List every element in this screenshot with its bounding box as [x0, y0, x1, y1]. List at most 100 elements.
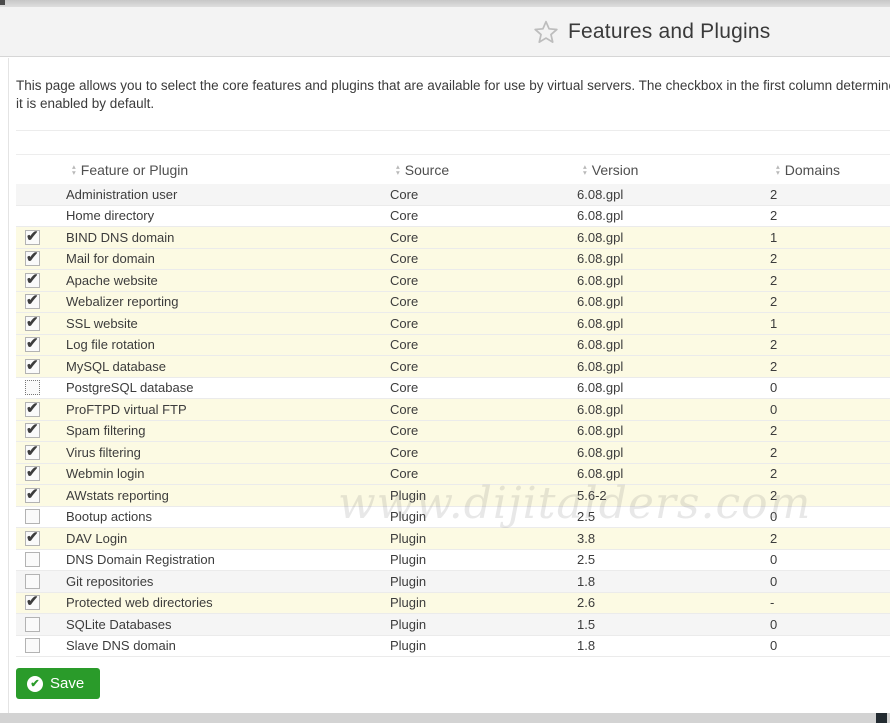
- domains-cell: 2: [770, 294, 890, 309]
- feature-checkbox[interactable]: ✔: [25, 230, 40, 245]
- version-cell: 6.08.gpl: [577, 380, 770, 395]
- feature-name: Protected web directories: [66, 595, 390, 610]
- domains-cell: 0: [770, 574, 890, 589]
- source-cell: Core: [390, 208, 577, 223]
- save-button[interactable]: ✔ Save: [16, 668, 100, 699]
- feature-name: Mail for domain: [66, 251, 390, 266]
- checkbox-cell: [16, 638, 66, 653]
- table-row: ✔SSL websiteCore6.08.gpl1: [16, 313, 890, 335]
- table-row: ✔Webalizer reportingCore6.08.gpl2: [16, 292, 890, 314]
- feature-checkbox[interactable]: ✔: [25, 445, 40, 460]
- source-cell: Plugin: [390, 574, 577, 589]
- checkbox-cell: [16, 552, 66, 567]
- checkbox-cell: ✔: [16, 402, 66, 417]
- table-row: ✔AWstats reportingPlugin5.6-22: [16, 485, 890, 507]
- feature-checkbox[interactable]: [25, 509, 40, 524]
- divider: [16, 130, 890, 131]
- version-cell: 2.6: [577, 595, 770, 610]
- feature-checkbox[interactable]: [25, 552, 40, 567]
- feature-checkbox[interactable]: [25, 574, 40, 589]
- checkbox-cell: ✔: [16, 294, 66, 309]
- feature-checkbox[interactable]: ✔: [25, 595, 40, 610]
- source-cell: Plugin: [390, 509, 577, 524]
- column-header-version[interactable]: ▴▾ Version: [577, 162, 770, 178]
- panel-left-border: [8, 58, 9, 713]
- domains-cell: 2: [770, 273, 890, 288]
- domains-cell: 0: [770, 638, 890, 653]
- feature-checkbox[interactable]: ✔: [25, 531, 40, 546]
- source-cell: Core: [390, 294, 577, 309]
- checkbox-cell: ✔: [16, 595, 66, 610]
- table-row: Administration userCore6.08.gpl2: [16, 184, 890, 206]
- table-row: ✔Mail for domainCore6.08.gpl2: [16, 249, 890, 271]
- source-cell: Core: [390, 423, 577, 438]
- domains-cell: 1: [770, 230, 890, 245]
- version-cell: 6.08.gpl: [577, 402, 770, 417]
- version-cell: 6.08.gpl: [577, 359, 770, 374]
- source-cell: Core: [390, 359, 577, 374]
- feature-checkbox[interactable]: ✔: [25, 316, 40, 331]
- version-cell: 6.08.gpl: [577, 445, 770, 460]
- checkbox-cell: ✔: [16, 251, 66, 266]
- table-row: ✔Log file rotationCore6.08.gpl2: [16, 335, 890, 357]
- version-cell: 6.08.gpl: [577, 316, 770, 331]
- feature-checkbox[interactable]: ✔: [25, 488, 40, 503]
- feature-name: Git repositories: [66, 574, 390, 589]
- feature-name: Home directory: [66, 208, 390, 223]
- checkbox-cell: [16, 617, 66, 632]
- table-row: Bootup actionsPlugin2.50: [16, 507, 890, 529]
- window-corner-mark: [0, 0, 5, 5]
- feature-checkbox[interactable]: ✔: [25, 251, 40, 266]
- feature-name: Log file rotation: [66, 337, 390, 352]
- feature-checkbox[interactable]: ✔: [25, 466, 40, 481]
- feature-name: ProFTPD virtual FTP: [66, 402, 390, 417]
- window-footer-bar: [0, 713, 890, 723]
- feature-checkbox[interactable]: ✔: [25, 337, 40, 352]
- feature-checkbox[interactable]: ✔: [25, 294, 40, 309]
- version-cell: 6.08.gpl: [577, 466, 770, 481]
- feature-checkbox[interactable]: ✔: [25, 402, 40, 417]
- checkbox-cell: ✔: [16, 531, 66, 546]
- domains-cell: 2: [770, 531, 890, 546]
- checkbox-cell: [16, 380, 66, 395]
- page-title: Features and Plugins: [568, 20, 770, 44]
- source-cell: Plugin: [390, 638, 577, 653]
- domains-cell: 0: [770, 380, 890, 395]
- column-header-domains[interactable]: ▴▾ Domains: [770, 162, 890, 178]
- checkbox-cell: ✔: [16, 445, 66, 460]
- source-cell: Plugin: [390, 531, 577, 546]
- table-body: Administration userCore6.08.gpl2 Home dir…: [16, 184, 890, 657]
- source-cell: Plugin: [390, 617, 577, 632]
- feature-name: AWstats reporting: [66, 488, 390, 503]
- table-row: ✔Protected web directoriesPlugin2.6-: [16, 593, 890, 615]
- source-cell: Core: [390, 230, 577, 245]
- feature-checkbox[interactable]: ✔: [25, 423, 40, 438]
- feature-checkbox[interactable]: [25, 380, 40, 395]
- version-cell: 6.08.gpl: [577, 187, 770, 202]
- column-header-feature[interactable]: ▴▾ Feature or Plugin: [66, 162, 390, 178]
- domains-cell: 1: [770, 316, 890, 331]
- checkbox-cell: ✔: [16, 230, 66, 245]
- feature-checkbox[interactable]: ✔: [25, 273, 40, 288]
- column-header-source[interactable]: ▴▾ Source: [390, 162, 577, 178]
- version-cell: 1.8: [577, 638, 770, 653]
- feature-name: Slave DNS domain: [66, 638, 390, 653]
- feature-checkbox[interactable]: [25, 638, 40, 653]
- checkbox-cell: ✔: [16, 466, 66, 481]
- feature-checkbox[interactable]: [25, 617, 40, 632]
- table-row: ✔Apache websiteCore6.08.gpl2: [16, 270, 890, 292]
- feature-checkbox[interactable]: ✔: [25, 359, 40, 374]
- save-button-label: Save: [50, 675, 84, 692]
- domains-cell: 2: [770, 445, 890, 460]
- feature-name: DAV Login: [66, 531, 390, 546]
- feature-name: Virus filtering: [66, 445, 390, 460]
- content-area: This page allows you to select the core …: [0, 58, 890, 713]
- checkbox-cell: ✔: [16, 423, 66, 438]
- checkbox-cell: ✔: [16, 488, 66, 503]
- feature-name: SSL website: [66, 316, 390, 331]
- source-cell: Plugin: [390, 595, 577, 610]
- table-row: ✔DAV LoginPlugin3.82: [16, 528, 890, 550]
- feature-name: Webmin login: [66, 466, 390, 481]
- page-title-block: Features and Plugins: [533, 19, 770, 45]
- domains-cell: 0: [770, 552, 890, 567]
